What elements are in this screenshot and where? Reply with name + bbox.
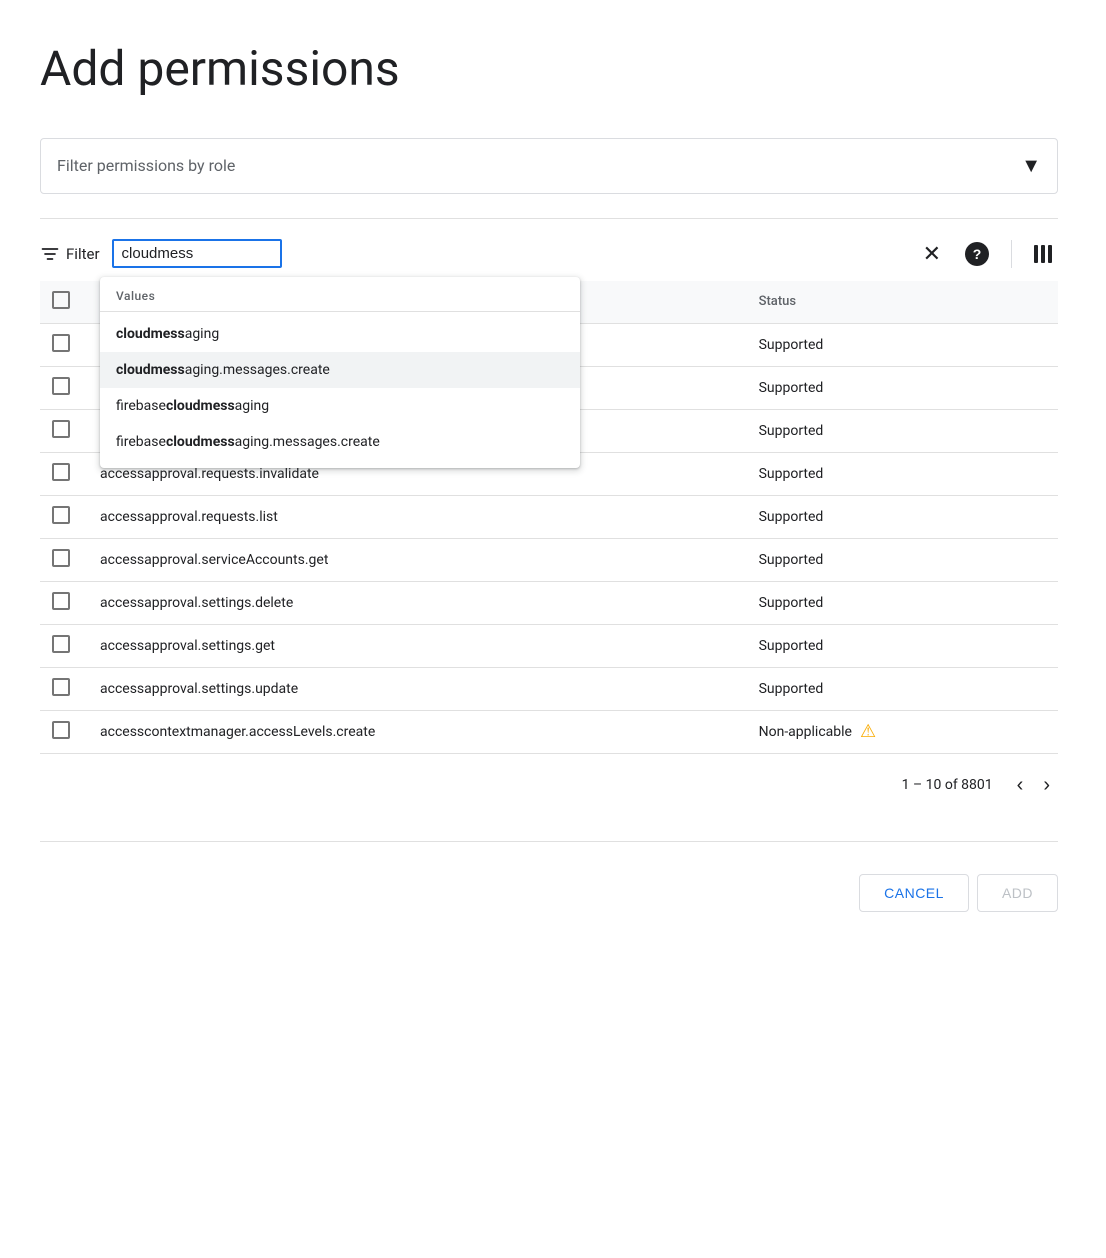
row-checkbox[interactable]	[52, 635, 70, 653]
table-row: accessapproval.settings.get Supported	[40, 624, 1058, 667]
table-row: accessapproval.requests.list Supported	[40, 495, 1058, 538]
row-checkbox-cell	[40, 409, 88, 452]
autocomplete-item-firebasecloudmessaging[interactable]: firebasecloudmessaging	[100, 388, 580, 424]
status-supported-text: Supported	[759, 681, 824, 697]
autocomplete-divider	[100, 311, 580, 312]
autocomplete-prefix: firebase	[116, 434, 166, 450]
table-row: accesscontextmanager.accessLevels.create…	[40, 710, 1058, 753]
row-checkbox-cell	[40, 710, 88, 753]
select-all-checkbox[interactable]	[52, 291, 70, 309]
row-permission: accessapproval.settings.get	[88, 624, 747, 667]
header-status: Status	[747, 281, 1058, 324]
row-status: Supported	[747, 581, 1058, 624]
row-status: Supported	[747, 452, 1058, 495]
columns-button[interactable]	[1028, 239, 1058, 269]
row-checkbox[interactable]	[52, 334, 70, 352]
row-checkbox[interactable]	[52, 463, 70, 481]
filter-label: Filter	[66, 245, 100, 263]
row-checkbox[interactable]	[52, 721, 70, 739]
filter-role-dropdown[interactable]: Filter permissions by role ▼	[40, 138, 1058, 194]
autocomplete-match: cloudmess	[116, 362, 185, 378]
clear-filter-button[interactable]: ✕	[917, 235, 947, 273]
autocomplete-header: Values	[100, 285, 580, 311]
add-button[interactable]: ADD	[977, 874, 1058, 912]
page-title: Add permissions	[40, 40, 1058, 98]
status-supported-text: Supported	[759, 337, 824, 353]
header-checkbox-col	[40, 281, 88, 324]
row-status: Supported	[747, 366, 1058, 409]
chevron-down-icon: ▼	[1021, 153, 1041, 178]
row-checkbox-cell	[40, 495, 88, 538]
row-checkbox-cell	[40, 366, 88, 409]
row-status: Supported	[747, 667, 1058, 710]
row-status: Supported	[747, 624, 1058, 667]
autocomplete-rest: aging.messages.create	[235, 434, 380, 450]
row-checkbox[interactable]	[52, 420, 70, 438]
section-divider	[40, 218, 1058, 219]
row-checkbox[interactable]	[52, 678, 70, 696]
row-permission: accesscontextmanager.accessLevels.create	[88, 710, 747, 753]
status-non-applicable-text: Non-applicable	[759, 724, 852, 740]
status-supported-text: Supported	[759, 466, 824, 482]
autocomplete-item-cloudmessaging[interactable]: cloudmessaging	[100, 316, 580, 352]
row-permission: accessapproval.requests.list	[88, 495, 747, 538]
row-status: Supported	[747, 538, 1058, 581]
row-checkbox-cell	[40, 452, 88, 495]
pagination: 1 – 10 of 8801 ‹ ›	[40, 753, 1058, 817]
row-checkbox-cell	[40, 538, 88, 581]
status-supported-text: Supported	[759, 509, 824, 525]
row-checkbox[interactable]	[52, 592, 70, 610]
filter-input-wrapper	[112, 239, 282, 268]
row-status: Supported	[747, 323, 1058, 366]
pagination-next-button[interactable]: ›	[1035, 770, 1058, 801]
row-permission: accessapproval.settings.delete	[88, 581, 747, 624]
table-row: accessapproval.settings.update Supported	[40, 667, 1058, 710]
autocomplete-match: cloudmess	[116, 326, 185, 342]
status-supported-text: Supported	[759, 423, 824, 439]
pagination-prev-button[interactable]: ‹	[1009, 770, 1032, 801]
warning-icon: ⚠	[860, 721, 876, 742]
filter-text-input[interactable]	[112, 239, 282, 268]
status-supported-text: Supported	[759, 638, 824, 654]
status-supported-text: Supported	[759, 552, 824, 568]
close-icon: ✕	[923, 241, 941, 267]
table-row: accessapproval.settings.delete Supported	[40, 581, 1058, 624]
autocomplete-rest: aging	[235, 398, 269, 414]
row-checkbox-cell	[40, 667, 88, 710]
row-permission: accessapproval.serviceAccounts.get	[88, 538, 747, 581]
row-checkbox-cell	[40, 323, 88, 366]
row-checkbox[interactable]	[52, 506, 70, 524]
status-supported-text: Supported	[759, 595, 824, 611]
cancel-button[interactable]: CANCEL	[859, 874, 969, 912]
row-checkbox[interactable]	[52, 377, 70, 395]
autocomplete-item-firebasecloudmessaging-messages-create[interactable]: firebasecloudmessaging.messages.create	[100, 424, 580, 460]
bottom-actions: CANCEL ADD	[40, 841, 1058, 912]
row-status: Supported	[747, 409, 1058, 452]
help-icon: ?	[965, 242, 989, 266]
row-status: Non-applicable ⚠	[747, 710, 1058, 753]
autocomplete-rest: aging	[185, 326, 219, 342]
status-supported-text: Supported	[759, 380, 824, 396]
filter-icon-btn[interactable]: Filter	[40, 244, 100, 264]
autocomplete-match: cloudmess	[166, 434, 235, 450]
pagination-info: 1 – 10 of 8801	[902, 777, 993, 793]
row-checkbox-cell	[40, 624, 88, 667]
toolbar-divider	[1011, 240, 1012, 268]
autocomplete-item-cloudmessaging-messages-create[interactable]: cloudmessaging.messages.create	[100, 352, 580, 388]
autocomplete-rest: aging.messages.create	[185, 362, 330, 378]
filter-icon	[40, 244, 60, 264]
row-status: Supported	[747, 495, 1058, 538]
autocomplete-prefix: firebase	[116, 398, 166, 414]
help-button[interactable]: ?	[959, 236, 995, 272]
columns-icon	[1034, 245, 1052, 263]
row-checkbox[interactable]	[52, 549, 70, 567]
filter-role-placeholder: Filter permissions by role	[57, 156, 235, 175]
toolbar: Filter Values cloudmessaging cloudmessag…	[40, 235, 1058, 273]
row-permission: accessapproval.settings.update	[88, 667, 747, 710]
row-checkbox-cell	[40, 581, 88, 624]
table-row: accessapproval.serviceAccounts.get Suppor…	[40, 538, 1058, 581]
autocomplete-dropdown: Values cloudmessaging cloudmessaging.mes…	[100, 277, 580, 468]
autocomplete-match: cloudmess	[166, 398, 235, 414]
